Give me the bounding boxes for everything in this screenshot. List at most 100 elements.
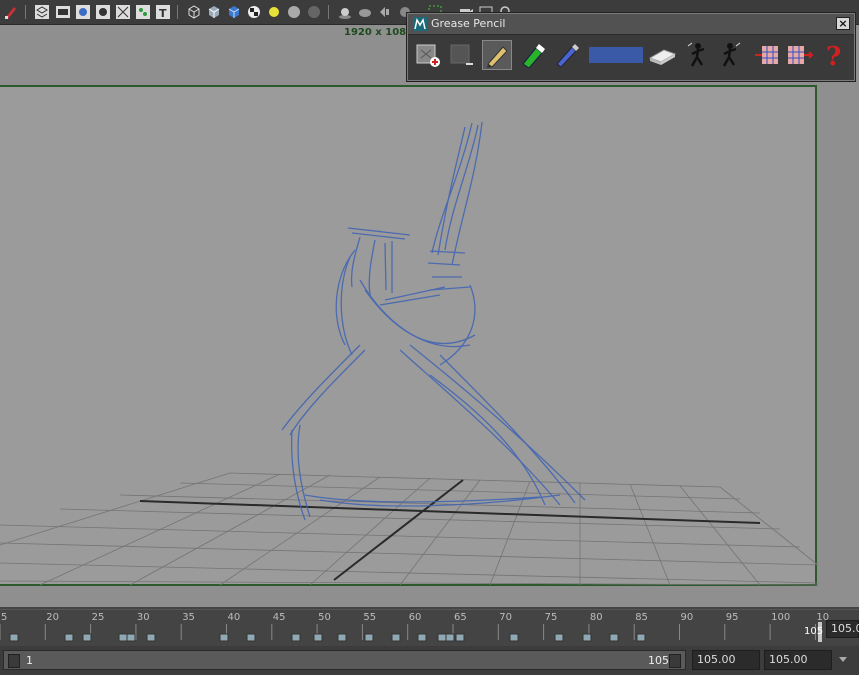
viewport[interactable] xyxy=(0,25,859,607)
keyframe-marker[interactable] xyxy=(509,633,519,642)
ghost-next-icon xyxy=(722,42,741,67)
animation-end-field[interactable]: 105.00 xyxy=(692,650,760,670)
shaded-cube-icon[interactable] xyxy=(206,4,222,20)
keyframe-marker[interactable] xyxy=(445,633,455,642)
tick-label: 45 xyxy=(272,612,286,623)
tick-label: 65 xyxy=(454,612,467,623)
tick-label: 50 xyxy=(318,612,331,623)
checker-icon[interactable] xyxy=(246,4,262,20)
layers-icon[interactable] xyxy=(34,4,50,20)
keyframe-marker[interactable] xyxy=(391,633,401,642)
marker-tool-button[interactable] xyxy=(518,40,548,70)
tick-label: 85 xyxy=(635,612,648,623)
time-slider[interactable]: 5 20 25 30 35 40 45 50 55 60 65 70 75 80 85 90 95 100 10 1… xyxy=(0,609,859,645)
keyframe-marker[interactable] xyxy=(455,633,465,642)
keyframe-marker[interactable] xyxy=(9,633,19,642)
circle-toggle-icon[interactable] xyxy=(95,4,111,20)
motion-blur-icon[interactable] xyxy=(377,4,393,20)
keyframe-marker[interactable] xyxy=(364,633,374,642)
add-frame-button[interactable] xyxy=(413,40,443,70)
tick-label: 95 xyxy=(725,612,739,623)
keyframe-marker[interactable] xyxy=(118,633,128,642)
keyframe-marker[interactable] xyxy=(126,633,136,642)
sphere-icon[interactable] xyxy=(286,4,302,20)
tick-label: 40 xyxy=(227,612,241,623)
eraser-tool-button[interactable] xyxy=(647,40,677,70)
keyframe-marker[interactable] xyxy=(437,633,447,642)
keyframe-marker[interactable] xyxy=(313,633,323,642)
light-icon[interactable] xyxy=(266,4,282,20)
add-frame-icon xyxy=(416,44,440,67)
eraser-icon xyxy=(648,49,677,65)
tick-label: 5 xyxy=(1,612,8,623)
wireframe-cube-icon[interactable] xyxy=(186,4,202,20)
help-button[interactable]: ? xyxy=(820,40,850,72)
convert-next-button[interactable] xyxy=(785,40,815,70)
film-icon[interactable] xyxy=(55,4,71,20)
paint-icon[interactable] xyxy=(3,4,19,20)
ghost-previous-icon xyxy=(687,42,705,67)
help-icon: ? xyxy=(826,42,841,72)
maya-logo-icon xyxy=(413,17,427,31)
range-end-label: 105 xyxy=(648,654,669,667)
range-slider[interactable]: 1 105 xyxy=(3,650,686,670)
keyframe-marker[interactable] xyxy=(582,633,592,642)
color-swatch[interactable] xyxy=(589,47,643,63)
cross-icon[interactable] xyxy=(115,4,131,20)
range-end-handle[interactable] xyxy=(669,654,681,668)
color-swatch-fill xyxy=(589,47,643,63)
convert-frame-previous-icon xyxy=(755,46,778,64)
tick-label: 30 xyxy=(136,612,150,623)
textured-cube-icon[interactable] xyxy=(226,4,242,20)
pencil-icon xyxy=(487,46,508,68)
tick-label: 70 xyxy=(499,612,513,623)
keyframe-marker[interactable] xyxy=(636,633,646,642)
keyframe-marker[interactable] xyxy=(609,633,619,642)
ghost-previous-button[interactable] xyxy=(683,40,713,70)
close-button[interactable]: × xyxy=(836,17,850,30)
tick-label: 75 xyxy=(544,612,558,623)
text-icon[interactable]: T xyxy=(155,4,171,20)
keyframe-marker[interactable] xyxy=(82,633,92,642)
ao-icon[interactable] xyxy=(357,4,373,20)
toolbar-separator xyxy=(25,5,26,19)
keyframe-marker[interactable] xyxy=(337,633,347,642)
tick-label: 20 xyxy=(46,612,60,623)
tick-label: 90 xyxy=(680,612,694,623)
convert-frame-next-icon xyxy=(788,46,814,64)
blue-pencil-tool-button[interactable] xyxy=(552,40,582,70)
delete-frame-button[interactable] xyxy=(447,40,477,70)
keyframe-marker[interactable] xyxy=(417,633,427,642)
tick-label: 25 xyxy=(91,612,105,623)
keyframe-marker[interactable] xyxy=(554,633,564,642)
tick-label: 55 xyxy=(363,612,377,623)
toolbar-separator xyxy=(177,5,178,19)
tick-label: 35 xyxy=(182,612,195,623)
viewport-scene xyxy=(0,85,819,586)
keyframe-marker[interactable] xyxy=(246,633,256,642)
grease-pencil-panel: Grease Pencil × ? xyxy=(407,13,855,81)
range-start-handle[interactable] xyxy=(8,654,20,668)
keyframe-marker[interactable] xyxy=(146,633,156,642)
range-slider-bar: 1 105 105.00 105.00 xyxy=(0,646,859,675)
playback-end-field[interactable]: 105.00 xyxy=(764,650,832,670)
svg-text:T: T xyxy=(159,7,167,20)
chevron-down-icon[interactable] xyxy=(838,656,848,664)
convert-previous-button[interactable] xyxy=(753,40,783,70)
current-frame-label: 105 xyxy=(804,626,824,637)
blue-pencil-icon xyxy=(556,44,579,68)
shadow-icon[interactable] xyxy=(337,4,353,20)
tick-label: 80 xyxy=(589,612,603,623)
current-time-field[interactable]: 105.0 xyxy=(826,620,859,638)
svg-text:?: ? xyxy=(826,42,841,70)
viewport-icon[interactable] xyxy=(75,4,91,20)
pencil-tool-button[interactable] xyxy=(482,40,512,70)
grease-pencil-titlebar[interactable]: Grease Pencil × xyxy=(408,14,854,35)
keyframe-marker[interactable] xyxy=(291,633,301,642)
grease-pencil-title: Grease Pencil xyxy=(431,17,506,30)
dark-sphere-icon[interactable] xyxy=(306,4,322,20)
xray-icon[interactable] xyxy=(135,4,151,20)
keyframe-marker[interactable] xyxy=(64,633,74,642)
keyframe-marker[interactable] xyxy=(219,633,229,642)
ghost-next-button[interactable] xyxy=(715,40,745,70)
